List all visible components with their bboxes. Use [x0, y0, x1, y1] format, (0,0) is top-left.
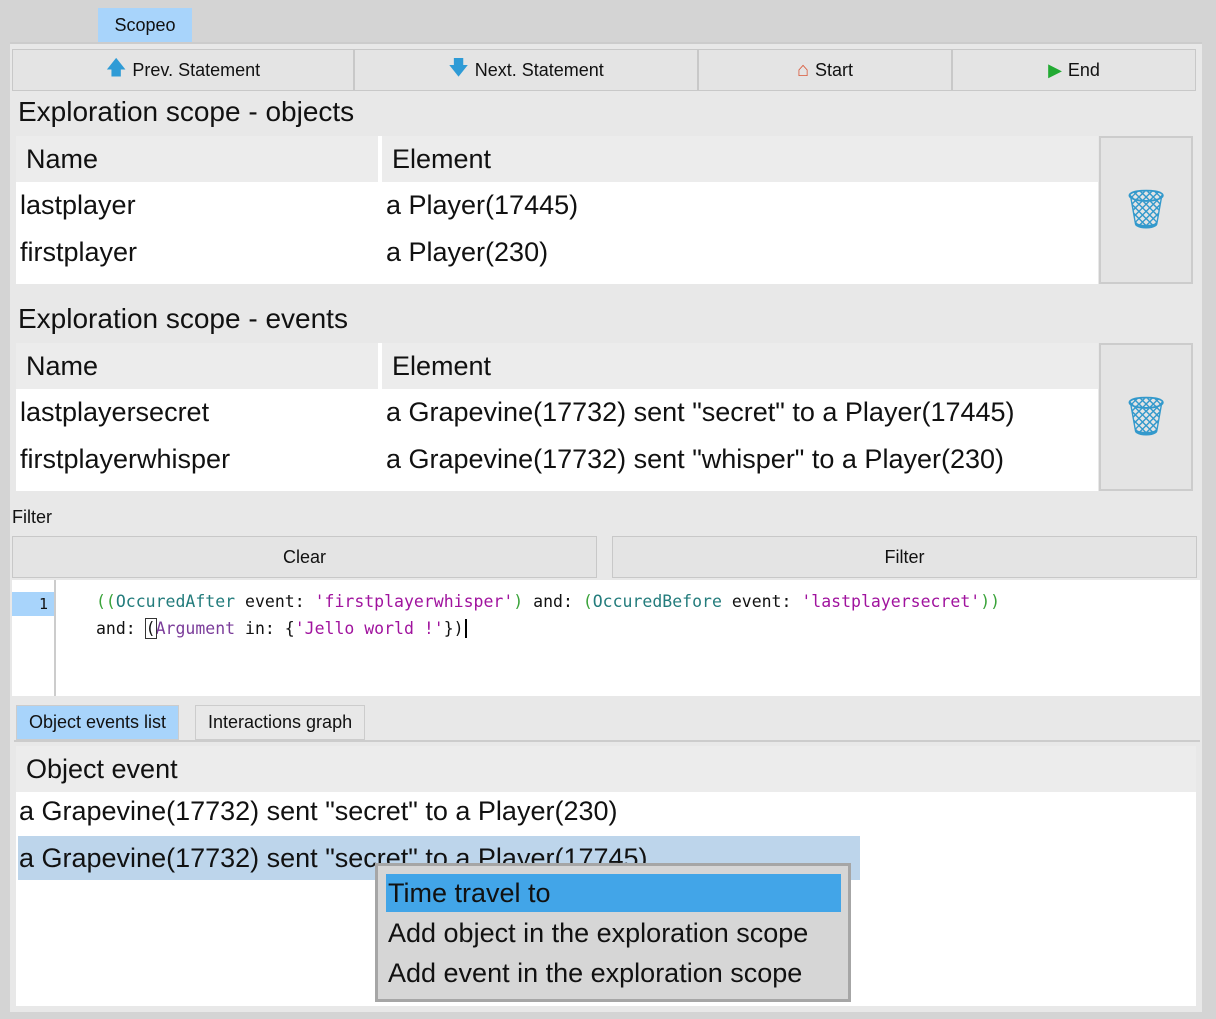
column-header-name[interactable]: Name: [16, 136, 378, 182]
trash-icon: 🗑: [1121, 396, 1171, 438]
filter-code-editor[interactable]: 1 ((OccuredAfter event: 'firstplayerwhis…: [12, 580, 1200, 696]
prev-statement-button[interactable]: 🡅 Prev. Statement: [12, 49, 354, 91]
label: Start: [815, 59, 854, 80]
object-element[interactable]: a Player(230): [386, 237, 548, 268]
clear-button[interactable]: Clear: [12, 536, 597, 578]
menu-item-add-event[interactable]: Add event in the exploration scope: [386, 954, 841, 992]
event-element[interactable]: a Grapevine(17732) sent "whisper" to a P…: [386, 444, 1004, 475]
arrow-down-icon: 🡇: [448, 57, 469, 79]
column-header-element[interactable]: Element: [382, 136, 1098, 182]
line-number: 1: [12, 592, 54, 616]
events-scope-title: Exploration scope - events: [18, 303, 348, 334]
event-name[interactable]: lastplayersecret: [20, 397, 209, 428]
start-button[interactable]: ⌂ Start: [698, 49, 952, 91]
delete-object-button[interactable]: 🗑: [1099, 136, 1193, 284]
divider: [14, 740, 1200, 742]
objects-scope-title: Exploration scope - objects: [18, 96, 355, 127]
event-element[interactable]: a Grapevine(17732) sent "secret" to a Pl…: [386, 397, 1015, 428]
filter-label: Filter: [12, 507, 52, 527]
play-icon: ▶: [1048, 59, 1062, 80]
delete-event-button[interactable]: 🗑: [1099, 343, 1193, 491]
event-name[interactable]: firstplayerwhisper: [20, 444, 230, 475]
menu-item-add-object[interactable]: Add object in the exploration scope: [386, 914, 841, 952]
end-button[interactable]: ▶ End: [952, 49, 1196, 91]
column-header-element[interactable]: Element: [382, 343, 1098, 389]
trash-icon: 🗑: [1121, 189, 1171, 231]
tab-interactions-graph[interactable]: Interactions graph: [195, 705, 366, 740]
next-statement-button[interactable]: 🡇 Next. Statement: [354, 49, 698, 91]
home-icon: ⌂: [796, 58, 810, 81]
events-table: Name Element lastplayersecret a Grapevin…: [16, 343, 1098, 491]
objects-table: Name Element lastplayer a Player(17445) …: [16, 136, 1098, 284]
label: Prev. Statement: [132, 59, 261, 80]
tab-object-events-list[interactable]: Object events list: [16, 705, 180, 740]
label: End: [1067, 59, 1100, 80]
column-header-object-event[interactable]: Object event: [16, 746, 1196, 792]
context-menu: Time travel to Add object in the explora…: [375, 863, 851, 1002]
tab-scopeo[interactable]: Scopeo: [98, 8, 192, 42]
code-line: ((OccuredAfter event: 'firstplayerwhispe…: [96, 592, 1001, 611]
filter-button[interactable]: Filter: [612, 536, 1197, 578]
object-name[interactable]: lastplayer: [20, 190, 136, 221]
code-line: and: (Argument in: {'Jello world !'}): [96, 615, 467, 642]
label: Next. Statement: [474, 59, 604, 80]
object-element[interactable]: a Player(17445): [386, 190, 578, 221]
object-name[interactable]: firstplayer: [20, 237, 137, 268]
menu-item-time-travel[interactable]: Time travel to: [386, 874, 841, 912]
column-header-name[interactable]: Name: [16, 343, 378, 389]
list-item[interactable]: a Grapevine(17732) sent "secret" to a Pl…: [19, 796, 617, 827]
arrow-up-icon: 🡅: [105, 57, 127, 79]
